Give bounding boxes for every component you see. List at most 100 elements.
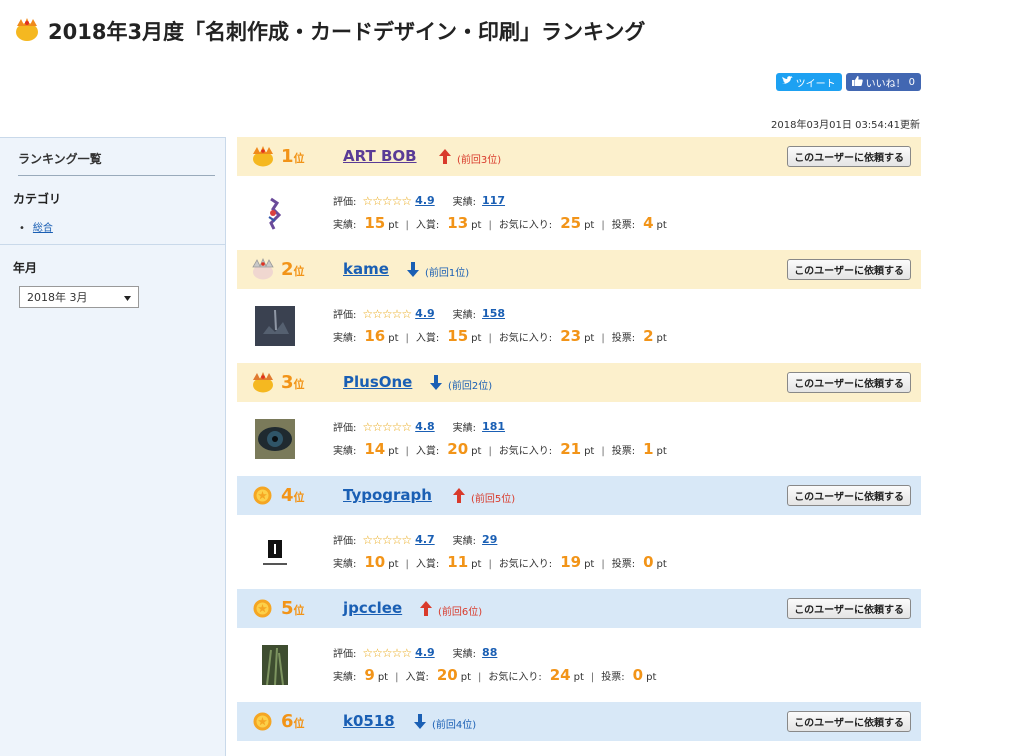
points-label: 投票: [611, 220, 636, 231]
social-buttons: ツイート いいね！ 0 [775, 73, 921, 91]
points-line: 実績: 10 pt | 入賞: 11 pt | お気に入り: 19 pt | 投票: 0 pt [333, 553, 667, 571]
pt-unit: pt [460, 672, 471, 683]
points-label: 入賞: [415, 559, 440, 570]
pt-unit: pt [656, 559, 667, 570]
star-rating-icon: ☆☆☆☆☆ [362, 645, 412, 660]
points-label: お気に入り: [488, 672, 542, 683]
rating-label: 評価: [333, 649, 357, 660]
user-name-link[interactable]: Typograph [343, 486, 432, 504]
points-label: お気に入り: [498, 559, 553, 570]
points-label: 実績: [333, 446, 357, 457]
rating-line: 評価: ☆☆☆☆☆ 4.9 実績: 158 [333, 306, 505, 322]
points-value: 0 [632, 666, 644, 684]
page-header: 2018年3月度「名刺作成・カードデザイン・印刷」ランキング [14, 16, 645, 46]
rating-score-link[interactable]: 4.9 [415, 646, 435, 659]
user-avatar[interactable] [255, 306, 295, 346]
points-value: 23 [560, 327, 582, 345]
request-user-button[interactable]: このユーザーに依頼する [787, 259, 911, 280]
rank-change: (前回2位) [430, 375, 492, 394]
rating-label: 評価: [333, 536, 357, 547]
arrow-down-icon [414, 714, 426, 733]
user-name-link[interactable]: ART BOB [343, 147, 417, 165]
rank-change: (前回3位) [439, 149, 501, 168]
dropdown-arrow-icon [124, 291, 131, 304]
sidebar: ランキング一覧 カテゴリ 総合 年月 2018年 3月 [0, 137, 226, 756]
request-user-button[interactable]: このユーザーに依頼する [787, 146, 911, 167]
request-user-button[interactable]: このユーザーに依頼する [787, 711, 911, 732]
user-name-link[interactable]: kame [343, 260, 389, 278]
category-link-all[interactable]: 総合 [33, 223, 53, 234]
rating-score-link[interactable]: 4.7 [415, 533, 435, 546]
works-count-link[interactable]: 117 [482, 194, 505, 207]
pt-unit: pt [656, 333, 667, 344]
rank-change: (前回6位) [420, 601, 482, 620]
points-value: 0 [643, 553, 654, 571]
points-line: 実績: 9 pt | 入賞: 20 pt | お気に入り: 24 pt | 投票: 0 pt [333, 666, 656, 684]
previous-rank: (前回4位) [432, 720, 477, 731]
points-label: 実績: [333, 220, 357, 231]
pt-unit: pt [388, 446, 399, 457]
works-label: 実績: [452, 197, 477, 208]
user-avatar[interactable] [255, 645, 295, 686]
rating-score-link[interactable]: 4.8 [415, 420, 435, 433]
pt-unit: pt [388, 220, 399, 231]
like-label: いいね！ [865, 78, 906, 90]
pt-unit: pt [471, 559, 482, 570]
points-label: お気に入り: [498, 220, 553, 231]
works-label: 実績: [452, 649, 477, 660]
previous-rank: (前回2位) [448, 381, 493, 392]
pt-unit: pt [388, 333, 399, 344]
user-name-link[interactable]: k0518 [343, 712, 395, 730]
points-value: 25 [560, 214, 582, 232]
gold-medal-icon [253, 486, 272, 509]
star-rating-icon: ☆☆☆☆☆ [362, 306, 412, 321]
works-count-link[interactable]: 29 [482, 533, 497, 546]
previous-rank: (前回3位) [457, 155, 502, 166]
user-avatar[interactable] [255, 193, 295, 233]
points-label: 投票: [611, 333, 636, 344]
points-value: 13 [447, 214, 469, 232]
points-label: 投票: [611, 446, 636, 457]
like-count: 0 [908, 76, 915, 88]
points-value: 4 [643, 214, 654, 232]
updated-timestamp: 2018年03月01日 03:54:41更新 [771, 120, 920, 131]
gold-medal-icon [253, 712, 272, 735]
works-count-link[interactable]: 158 [482, 307, 505, 320]
pt-unit: pt [584, 220, 595, 231]
works-label: 実績: [452, 423, 477, 434]
rank-change: (前回4位) [414, 714, 476, 733]
points-value: 21 [560, 440, 582, 458]
user-avatar[interactable] [255, 419, 295, 459]
pt-unit: pt [584, 446, 595, 457]
points-value: 14 [364, 440, 386, 458]
user-name-link[interactable]: PlusOne [343, 373, 412, 391]
star-rating-icon: ☆☆☆☆☆ [362, 419, 412, 434]
tweet-button[interactable]: ツイート [775, 73, 842, 91]
twitter-bird-icon [781, 76, 793, 88]
ranking-header-row: 1位 ART BOB (前回3位) このユーザーに依頼する [237, 137, 921, 176]
month-select[interactable]: 2018年 3月 [19, 286, 139, 308]
like-button[interactable]: いいね！ 0 [845, 73, 921, 91]
points-line: 実績: 16 pt | 入賞: 15 pt | お気に入り: 23 pt | 投票: 2 pt [333, 327, 667, 345]
points-value: 19 [560, 553, 582, 571]
points-value: 9 [364, 666, 375, 684]
points-value: 10 [364, 553, 386, 571]
arrow-up-icon [439, 149, 451, 168]
rating-score-link[interactable]: 4.9 [415, 194, 435, 207]
rating-score-link[interactable]: 4.9 [415, 307, 435, 320]
request-user-button[interactable]: このユーザーに依頼する [787, 598, 911, 619]
works-count-link[interactable]: 181 [482, 420, 505, 433]
user-name-link[interactable]: jpcclee [343, 599, 402, 617]
star-rating-icon: ☆☆☆☆☆ [362, 193, 412, 208]
pt-unit: pt [377, 672, 389, 683]
gold-crown-icon [251, 145, 275, 171]
separator: | [405, 559, 409, 570]
separator: | [488, 220, 492, 231]
separator: | [488, 559, 492, 570]
works-count-link[interactable]: 88 [482, 646, 497, 659]
request-user-button[interactable]: このユーザーに依頼する [787, 372, 911, 393]
user-avatar[interactable] [255, 532, 295, 572]
pt-unit: pt [388, 559, 399, 570]
rank-change: (前回5位) [453, 488, 515, 507]
request-user-button[interactable]: このユーザーに依頼する [787, 485, 911, 506]
